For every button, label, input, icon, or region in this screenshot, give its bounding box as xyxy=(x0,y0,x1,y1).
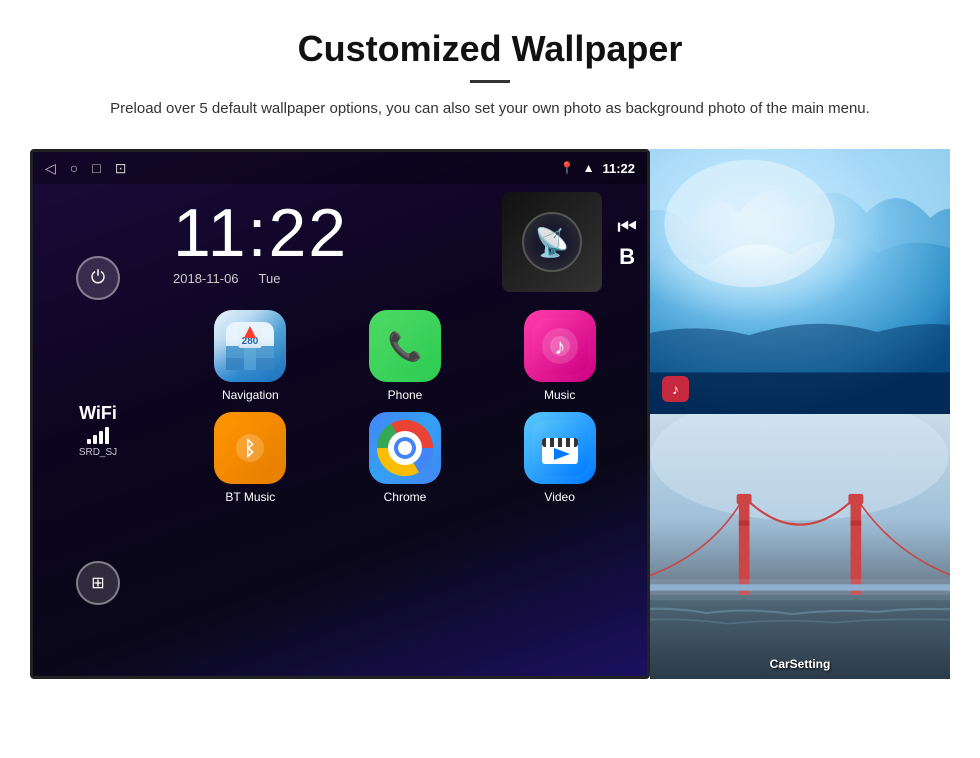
main-area: 11:22 2018-11-06 Tue 📡 ⏮ B xyxy=(163,184,647,676)
status-time: 11:22 xyxy=(602,161,635,176)
back-icon[interactable]: ◁ xyxy=(45,160,56,177)
main-content: ◁ ○ □ ⊡ 📍 ▲ 11:22 ⏻ WiFi xyxy=(0,139,980,679)
prev-track-icon[interactable]: ⏮ xyxy=(617,214,637,240)
header-description: Preload over 5 default wallpaper options… xyxy=(80,97,900,121)
nav-buttons: ◁ ○ □ ⊡ xyxy=(45,160,126,177)
recents-icon[interactable]: □ xyxy=(92,160,100,176)
page-title: Customized Wallpaper xyxy=(80,28,900,70)
app-music[interactable]: ♪ Music xyxy=(487,310,632,402)
clock-time: 11:22 xyxy=(173,199,487,267)
status-bar: ◁ ○ □ ⊡ 📍 ▲ 11:22 xyxy=(33,152,647,184)
app-phone[interactable]: 📞 Phone xyxy=(333,310,478,402)
page-header: Customized Wallpaper Preload over 5 defa… xyxy=(0,0,980,139)
music-label: Music xyxy=(544,388,575,402)
wifi-ssid: SRD_SJ xyxy=(79,447,117,458)
video-icon xyxy=(524,412,596,484)
android-screen: ◁ ○ □ ⊡ 📍 ▲ 11:22 ⏻ WiFi xyxy=(30,149,650,679)
clock-music-row: 11:22 2018-11-06 Tue 📡 ⏮ B xyxy=(163,184,647,300)
bt-music-label: BT Music xyxy=(225,490,275,504)
carsetting-label: CarSetting xyxy=(770,657,831,671)
home-icon[interactable]: ○ xyxy=(70,160,78,176)
header-divider xyxy=(470,80,510,83)
wallpaper-ice[interactable]: ♪ xyxy=(650,149,950,414)
screenshot-icon[interactable]: ⊡ xyxy=(115,160,127,177)
video-label: Video xyxy=(544,490,574,504)
chrome-label: Chrome xyxy=(384,490,427,504)
phone-label: Phone xyxy=(388,388,423,402)
navigation-label: Navigation xyxy=(222,388,279,402)
app-bt-music[interactable]: ᛒ BT Music xyxy=(178,412,323,504)
app-navigation[interactable]: 280 Navigation xyxy=(178,310,323,402)
apps-grid-button[interactable]: ⊞ xyxy=(76,561,120,605)
music-controls: ⏮ B xyxy=(617,214,637,270)
wifi-indicator: WiFi SRD_SJ xyxy=(79,403,117,458)
clock-box: 11:22 2018-11-06 Tue xyxy=(173,199,487,286)
clock-day-value: Tue xyxy=(259,271,281,286)
bt-music-icon: ᛒ xyxy=(214,412,286,484)
wifi-bar-2 xyxy=(93,435,97,444)
wifi-bar-1 xyxy=(87,439,91,444)
svg-text:♪: ♪ xyxy=(554,334,565,359)
wallpaper-bridge[interactable]: CarSetting xyxy=(650,414,950,679)
app-video[interactable]: Video xyxy=(487,412,632,504)
next-track-icon[interactable]: B xyxy=(619,244,635,270)
music-widget[interactable]: 📡 xyxy=(502,192,602,292)
music-widget-icon: 📡 xyxy=(522,212,582,272)
navigation-icon: 280 xyxy=(214,310,286,382)
music-icon: ♪ xyxy=(524,310,596,382)
chrome-icon xyxy=(369,412,441,484)
left-sidebar: ⏻ WiFi SRD_SJ ⊞ xyxy=(33,184,163,676)
music-overlay-icon: ♪ xyxy=(672,381,679,397)
signal-icon: 📡 xyxy=(535,226,570,259)
wifi-label: WiFi xyxy=(79,403,117,424)
grid-icon: ⊞ xyxy=(91,573,104,593)
svg-text:📞: 📞 xyxy=(388,328,423,363)
power-icon: ⏻ xyxy=(91,267,105,288)
phone-icon: 📞 xyxy=(369,310,441,382)
wifi-bar-4 xyxy=(105,427,109,444)
wifi-bars xyxy=(79,427,117,444)
clock-date-value: 2018-11-06 xyxy=(173,271,239,286)
app-grid: 280 Navigation xyxy=(163,300,647,514)
music-overlay-card: ♪ xyxy=(662,376,689,402)
wifi-signal-icon: ▲ xyxy=(583,161,595,175)
location-icon: 📍 xyxy=(560,161,575,175)
app-chrome[interactable]: Chrome xyxy=(333,412,478,504)
status-indicators: 📍 ▲ 11:22 xyxy=(560,161,635,176)
power-button[interactable]: ⏻ xyxy=(76,256,120,300)
wifi-bar-3 xyxy=(99,431,103,444)
clock-date: 2018-11-06 Tue xyxy=(173,271,487,286)
wallpaper-panel: ♪ xyxy=(650,149,950,679)
svg-text:ᛒ: ᛒ xyxy=(244,438,256,460)
